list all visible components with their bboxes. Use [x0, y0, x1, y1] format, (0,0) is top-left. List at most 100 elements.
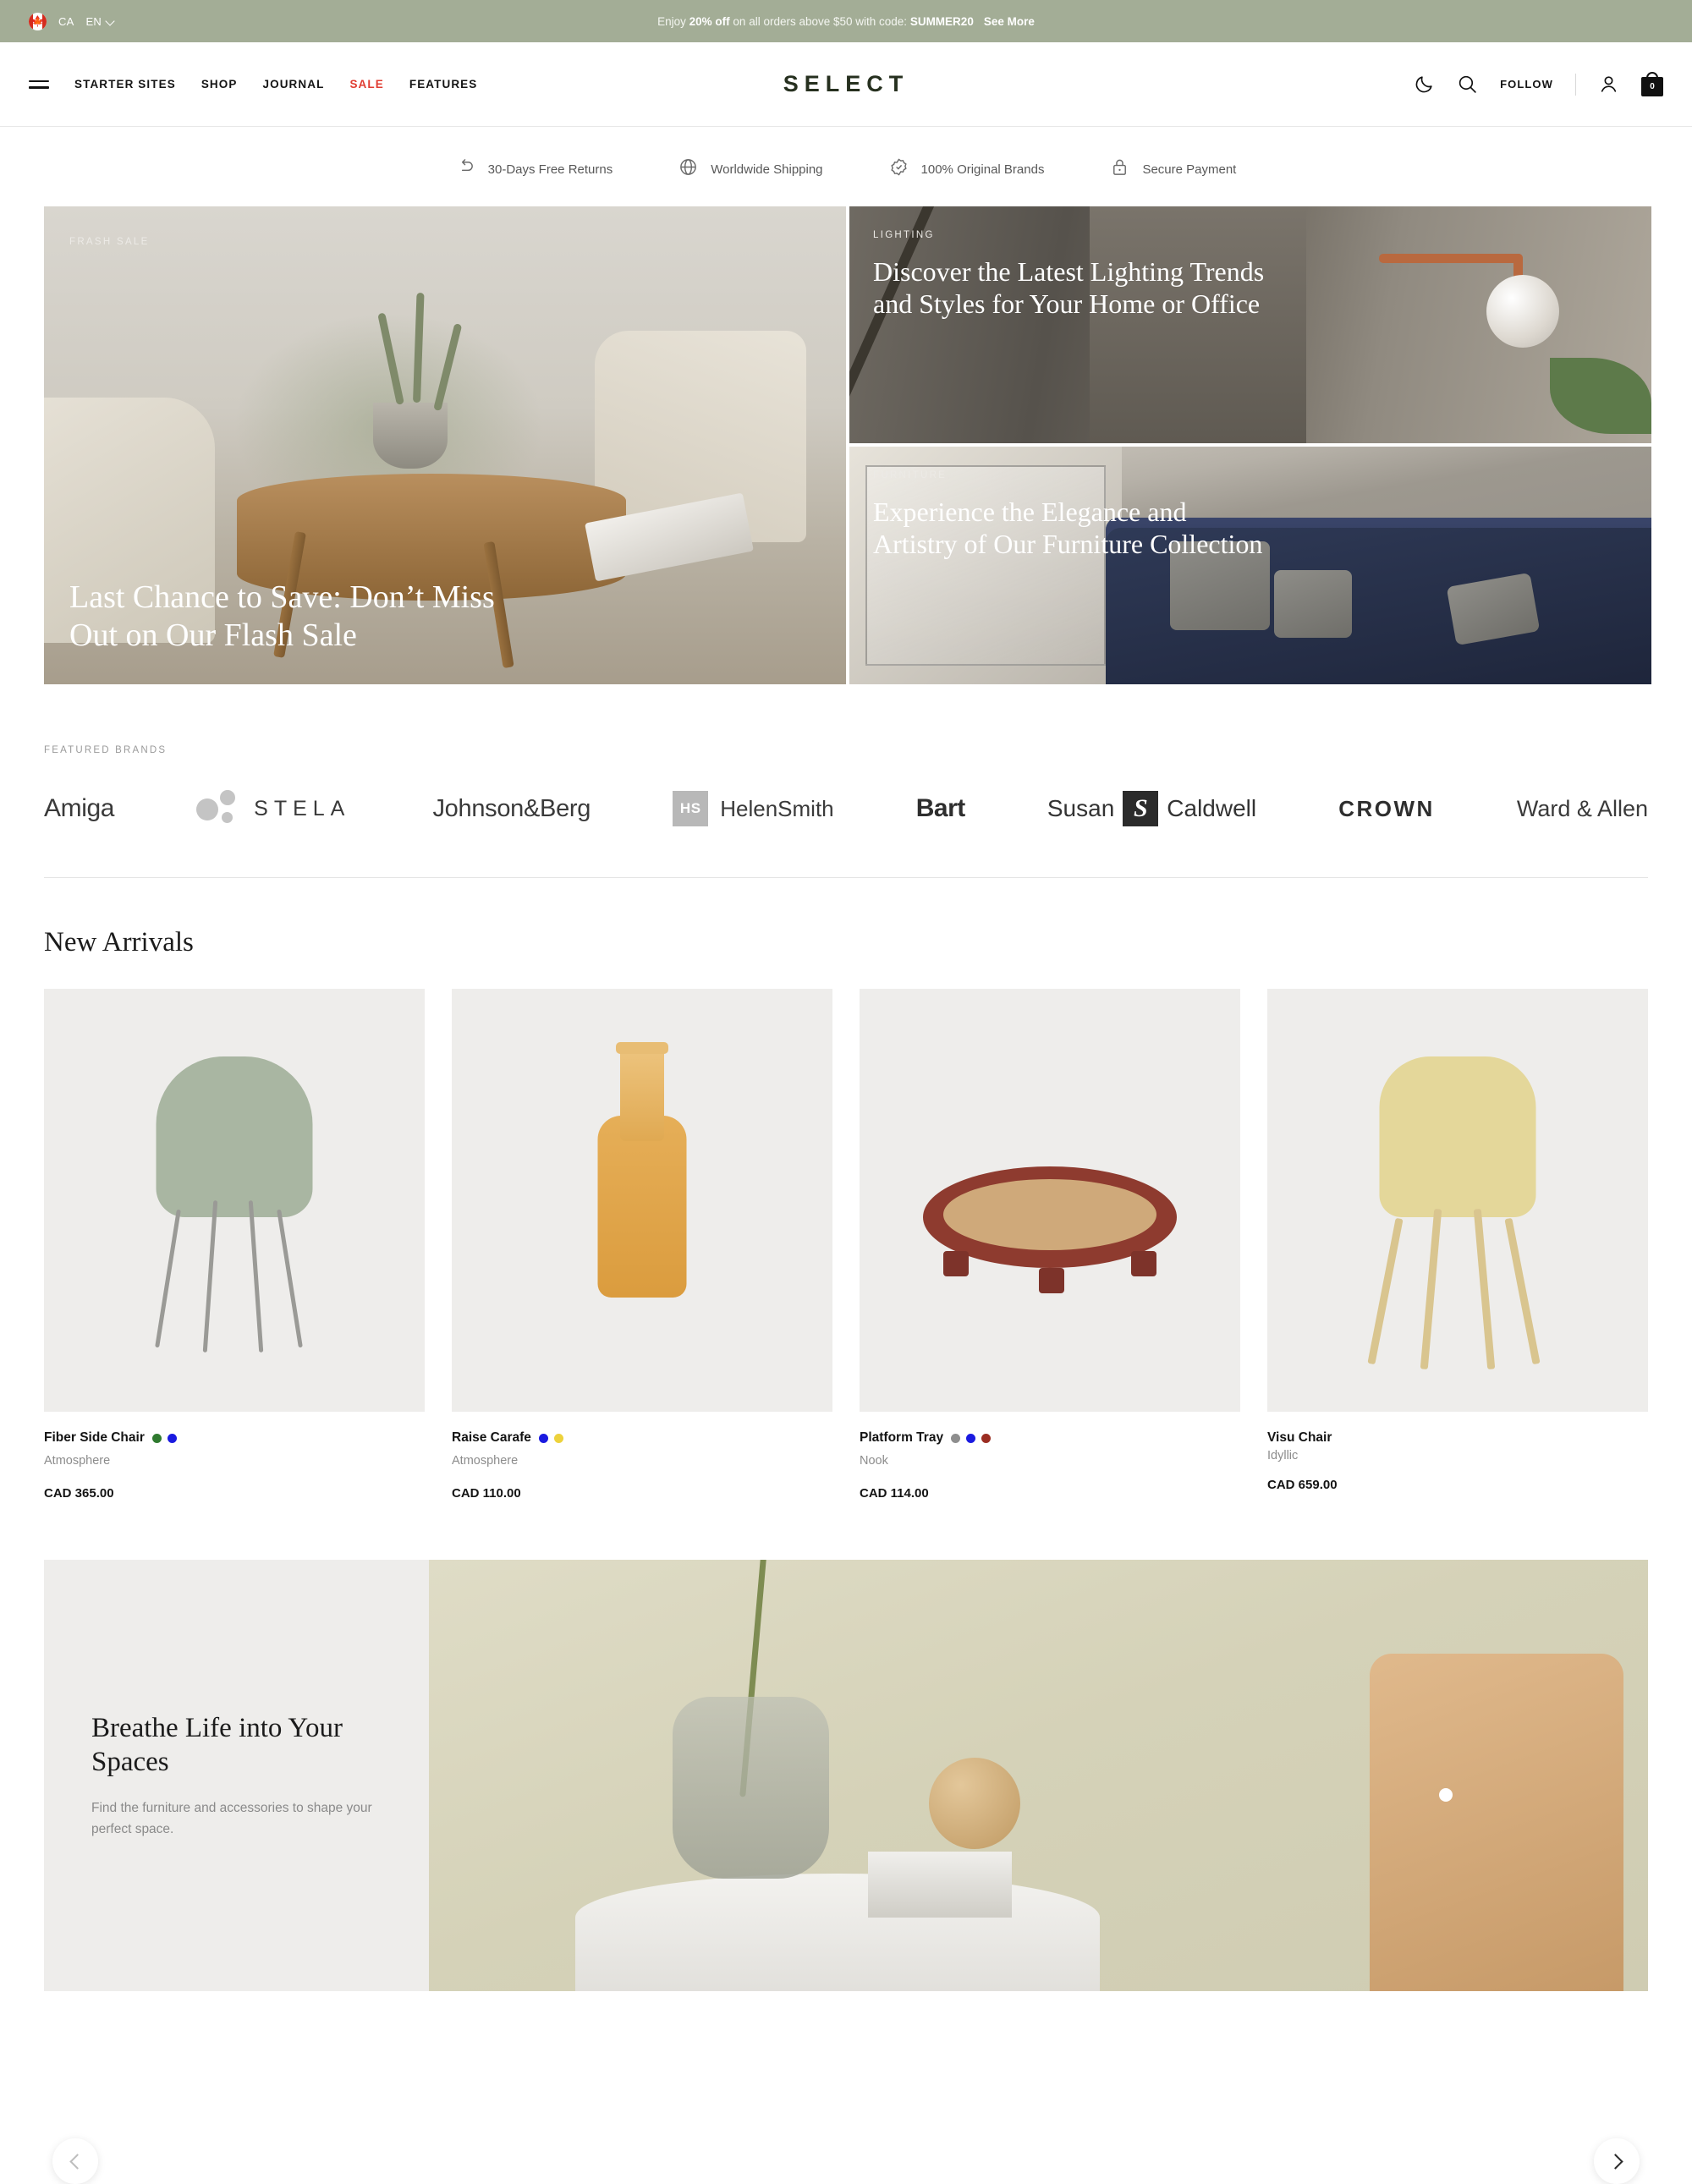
color-swatch[interactable] — [151, 1433, 162, 1443]
product-image[interactable] — [44, 989, 425, 1412]
product-color-swatches[interactable] — [951, 1433, 992, 1443]
product-card[interactable]: Platform Tray Nook CAD 114.00 — [860, 989, 1240, 1501]
header-right-group: FOLLOW 0 — [1414, 72, 1663, 96]
product-title-row: Platform Tray — [860, 1430, 1240, 1446]
brand-label: HelenSmith — [720, 795, 834, 821]
promo-message: Enjoy 20% off on all orders above $50 wi… — [0, 15, 1692, 28]
promo-discount: 20% off — [689, 14, 730, 28]
promo-banner[interactable]: Breathe Life into Your Spaces Find the f… — [44, 1560, 1648, 1991]
product-card[interactable]: Fiber Side Chair Atmosphere CAD 365.00 — [44, 989, 425, 1501]
search-icon[interactable] — [1457, 74, 1478, 95]
nav-item-journal[interactable]: JOURNAL — [262, 78, 324, 91]
language-selector[interactable]: EN — [85, 15, 113, 28]
brand-logo-crown[interactable]: CROWN — [1338, 796, 1435, 822]
hamburger-menu-icon[interactable] — [29, 78, 49, 91]
brand-logo-stela[interactable]: STELA — [196, 790, 351, 826]
brand-logo-johnson-berg[interactable]: Johnson&Berg — [432, 795, 591, 823]
nav-item-features[interactable]: FEATURES — [409, 78, 478, 91]
trust-badges-bar: 30-Days Free Returns Worldwide Shipping … — [0, 127, 1692, 206]
brand-label-first: Susan — [1047, 795, 1115, 821]
trust-label: 30-Days Free Returns — [487, 162, 613, 177]
shopping-bag-icon[interactable]: 0 — [1641, 72, 1663, 96]
brand-label: STELA — [254, 796, 351, 820]
brand-logo-amiga[interactable]: Amiga — [44, 794, 114, 823]
see-more-link[interactable]: See More — [984, 15, 1035, 28]
bag-handle — [1646, 72, 1658, 80]
badge-check-icon — [889, 157, 909, 181]
promo-middle: on all orders above $50 with code: — [729, 14, 910, 28]
product-title[interactable]: Raise Carafe — [452, 1430, 531, 1446]
brand-label-last: Caldwell — [1167, 795, 1257, 821]
main-navigation: STARTER SITES SHOP JOURNAL SALE FEATURES — [74, 78, 477, 91]
product-title[interactable]: Fiber Side Chair — [44, 1430, 145, 1446]
promo-code: SUMMER20 — [909, 14, 974, 28]
hero-title: Discover the Latest Lighting Trends and … — [873, 256, 1265, 320]
color-swatch[interactable] — [951, 1433, 961, 1443]
product-title-row: Visu Chair — [1267, 1430, 1648, 1446]
hero-card-furniture[interactable]: FURNITURE Experience the Elegance and Ar… — [849, 447, 1651, 684]
new-arrivals-section: New Arrivals Fiber Side Chair Atmosphere… — [0, 878, 1692, 2184]
product-title[interactable]: Platform Tray — [860, 1430, 943, 1446]
nav-item-shop[interactable]: SHOP — [201, 78, 238, 91]
hero-card-lighting[interactable]: LIGHTING Discover the Latest Lighting Tr… — [849, 206, 1651, 443]
hero-eyebrow: FRASH SALE — [69, 237, 150, 247]
product-image[interactable] — [452, 989, 832, 1412]
product-image[interactable] — [1267, 989, 1648, 1412]
announcement-locale-group: 🍁 CA EN — [29, 12, 114, 30]
globe-icon — [678, 157, 698, 181]
product-brand: Atmosphere — [452, 1454, 519, 1468]
product-image[interactable] — [860, 989, 1240, 1412]
product-card[interactable]: Visu Chair Idyllic CAD 659.00 — [1267, 989, 1648, 1501]
color-swatch[interactable] — [981, 1433, 992, 1443]
carousel-prev-button[interactable] — [52, 2138, 98, 2184]
product-title[interactable]: Visu Chair — [1267, 1430, 1332, 1446]
nav-item-sale[interactable]: SALE — [349, 78, 383, 91]
fiber-side-chair-art — [44, 989, 425, 1412]
hero-flash-overlay: FRASH SALE Last Chance to Save: Don’t Mi… — [44, 206, 846, 684]
color-swatch[interactable] — [966, 1433, 976, 1443]
product-price: CAD 365.00 — [44, 1486, 114, 1501]
hero-furniture-overlay: FURNITURE Experience the Elegance and Ar… — [849, 447, 1651, 684]
product-price: CAD 114.00 — [860, 1486, 929, 1501]
color-swatch[interactable] — [167, 1433, 177, 1443]
promo-room-art — [429, 1560, 1648, 1991]
hero-eyebrow: LIGHTING — [873, 230, 935, 240]
susan-caldwell-monogram-icon: S — [1123, 791, 1159, 826]
brand-logo-bart[interactable]: Bart — [916, 794, 966, 823]
trust-label: Worldwide Shipping — [711, 162, 823, 177]
user-account-icon[interactable] — [1598, 74, 1619, 95]
product-color-swatches[interactable] — [538, 1433, 563, 1443]
product-info: Fiber Side Chair Atmosphere CAD 365.00 — [44, 1412, 425, 1501]
follow-link[interactable]: FOLLOW — [1500, 78, 1553, 91]
brand-logo-row: Amiga STELA Johnson&Berg HS HelenSmith B… — [44, 790, 1648, 877]
carousel-next-button[interactable] — [1594, 2138, 1640, 2184]
chevron-down-icon — [107, 18, 114, 25]
product-card[interactable]: Raise Carafe Atmosphere CAD 110.00 — [452, 989, 832, 1501]
trust-label: 100% Original Brands — [920, 162, 1045, 177]
new-arrivals-title: New Arrivals — [44, 927, 194, 958]
product-brand: Nook — [860, 1454, 888, 1468]
hero-eyebrow: FURNITURE — [873, 470, 948, 480]
trust-item-payment: Secure Payment — [1110, 157, 1236, 181]
return-arrow-icon — [456, 157, 475, 181]
visu-chair-art — [1267, 989, 1648, 1412]
country-code-label[interactable]: CA — [58, 15, 74, 28]
product-price: CAD 659.00 — [1267, 1478, 1338, 1492]
product-brand: Idyllic — [1267, 1449, 1299, 1462]
product-color-swatches[interactable] — [151, 1433, 177, 1443]
brand-logo-helensmith[interactable]: HS HelenSmith — [673, 791, 834, 826]
promo-title: Breathe Life into Your Spaces — [91, 1712, 343, 1777]
brand-logo-ward-allen[interactable]: Ward & Allen — [1517, 796, 1648, 822]
helensmith-monogram-icon: HS — [673, 791, 709, 826]
moon-icon[interactable] — [1414, 74, 1435, 95]
color-swatch[interactable] — [538, 1433, 548, 1443]
hero-card-flash-sale[interactable]: FRASH SALE Last Chance to Save: Don’t Mi… — [44, 206, 846, 684]
featured-brands-label: FEATURED BRANDS — [44, 745, 168, 755]
color-swatch[interactable] — [553, 1433, 563, 1443]
lock-icon — [1110, 157, 1129, 181]
nav-item-starter-sites[interactable]: STARTER SITES — [74, 78, 176, 91]
product-info: Visu Chair Idyllic CAD 659.00 — [1267, 1412, 1648, 1492]
brand-logo-susan-caldwell[interactable]: Susan S Caldwell — [1047, 791, 1256, 826]
product-info: Platform Tray Nook CAD 114.00 — [860, 1412, 1240, 1501]
hero-banner-grid: FRASH SALE Last Chance to Save: Don’t Mi… — [0, 206, 1692, 684]
